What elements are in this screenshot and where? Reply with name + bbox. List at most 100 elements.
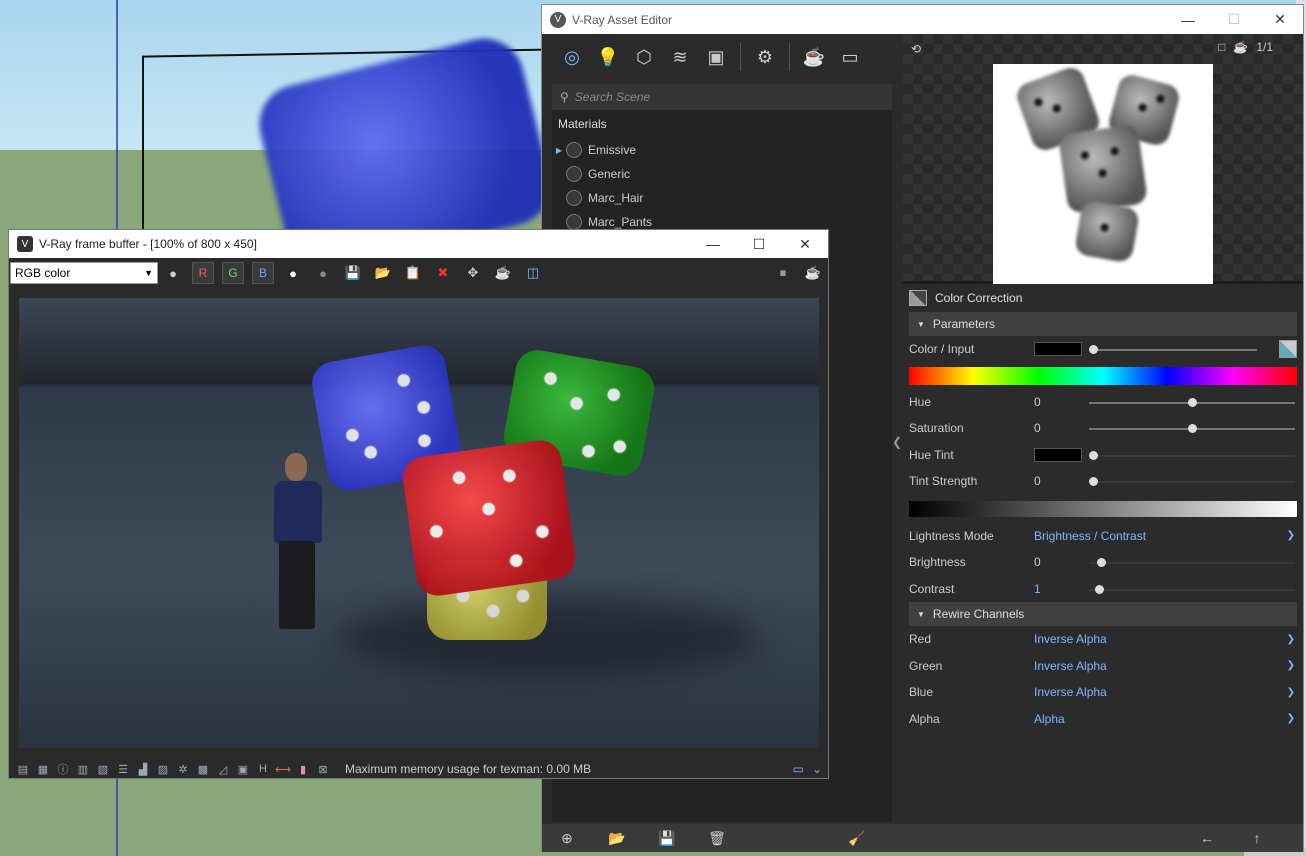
rewire-blue-row[interactable]: Blue Inverse Alpha ❯ (903, 679, 1303, 706)
delete-icon[interactable]: 🗑 (692, 824, 742, 852)
chevron-down-icon[interactable]: ▼ (144, 268, 153, 278)
hue-slider[interactable] (1089, 397, 1295, 407)
rewire-green-dropdown[interactable]: Inverse Alpha (1034, 659, 1303, 673)
green-channel-button[interactable]: G (222, 262, 244, 284)
alpha-white-icon[interactable]: ● (278, 261, 308, 285)
settings-icon[interactable]: ⚙ (747, 39, 783, 75)
slider-knob[interactable] (1097, 558, 1106, 567)
maximize-button[interactable]: ☐ (736, 230, 782, 259)
slider-knob[interactable] (1095, 584, 1104, 594)
purge-icon[interactable]: 🧹 (832, 824, 882, 852)
fit-window-icon[interactable]: ▭ (793, 762, 804, 776)
histogram-icon[interactable]: ▟ (133, 763, 153, 776)
tint-strength-value[interactable]: 0 (1034, 474, 1089, 488)
layers-icon[interactable]: ☰ (113, 763, 133, 776)
lightness-mode-dropdown[interactable]: Brightness / Contrast (1034, 529, 1303, 543)
slider-knob[interactable] (1089, 345, 1098, 354)
slider-knob[interactable] (1188, 397, 1197, 407)
color-levels-icon[interactable]: ▥ (73, 763, 93, 776)
contrast-slider[interactable] (1089, 584, 1295, 594)
background-image-icon[interactable]: ▣ (233, 763, 253, 776)
open-file-icon[interactable]: 📂 (592, 824, 642, 852)
info-icon[interactable]: ⓘ (53, 761, 73, 777)
rewire-alpha-dropdown[interactable]: Alpha (1034, 712, 1303, 726)
chevron-down-icon[interactable]: ❯ (1287, 634, 1295, 645)
clear-image-icon[interactable]: ✖ (428, 261, 458, 285)
open-file-icon[interactable]: 📂 (368, 261, 398, 285)
saturation-value[interactable]: 0 (1034, 421, 1089, 435)
ocio-icon[interactable]: ▮ (293, 763, 313, 776)
preview-scale-icon[interactable]: 1/1 (1256, 40, 1273, 54)
lightness-mode-row[interactable]: Lightness Mode Brightness / Contrast ❯ (903, 523, 1303, 550)
list-item[interactable]: Marc_Hair (552, 186, 892, 210)
chevron-down-icon[interactable]: ❯ (1287, 713, 1295, 724)
slider-knob[interactable] (1089, 450, 1098, 460)
brightness-value[interactable]: 0 (1034, 555, 1089, 569)
stop-render-icon[interactable]: ⏹ (768, 261, 798, 285)
preview-teapot-icon[interactable]: ☕ (1233, 40, 1248, 54)
minimize-button[interactable]: — (690, 230, 736, 259)
lens-effects-icon[interactable]: ▧ (93, 763, 113, 776)
expand-panel-icon[interactable]: ⌄ (812, 762, 822, 776)
chevron-down-icon[interactable]: ❯ (1287, 660, 1295, 671)
search-input[interactable]: ⚲ Search Scene (552, 84, 892, 110)
materials-icon[interactable]: ◎ (554, 39, 590, 75)
lights-icon[interactable]: 💡 (590, 39, 626, 75)
contrast-value[interactable]: 1 (1034, 582, 1089, 596)
render-elements-icon[interactable]: ≋ (662, 39, 698, 75)
parameters-section[interactable]: ▼ Parameters (909, 312, 1297, 336)
blue-channel-button[interactable]: B (252, 262, 274, 284)
slider-knob[interactable] (1089, 477, 1098, 486)
list-item[interactable]: ▶ Emissive (552, 138, 892, 162)
chevron-down-icon[interactable]: ❯ (1287, 687, 1295, 698)
render-teapot-icon[interactable]: ☕ (796, 39, 832, 75)
save-icon[interactable]: 💾 (642, 824, 692, 852)
compare-ab-icon[interactable]: ◫ (518, 261, 548, 285)
lut-icon[interactable]: ⟷ (273, 763, 293, 776)
hue-tint-slider[interactable] (1089, 450, 1295, 460)
preview-shape-icon[interactable]: □ (1218, 40, 1225, 54)
frame-buffer-titlebar[interactable]: V V-Ray frame buffer - [100% of 800 x 45… (9, 230, 828, 258)
rendered-image[interactable] (19, 298, 819, 748)
preview-pin-icon[interactable]: ⟲ (911, 42, 921, 56)
create-asset-icon[interactable]: ⊕ (542, 824, 592, 852)
channel-select[interactable]: RGB color ▼ (10, 262, 158, 284)
up-arrow-icon[interactable]: ↑ (1232, 824, 1282, 852)
rewire-red-dropdown[interactable]: Inverse Alpha (1034, 632, 1303, 646)
asset-editor-titlebar[interactable]: V V-Ray Asset Editor — ☐ ✕ (542, 5, 1303, 34)
history-icon[interactable]: ▤ (13, 763, 33, 776)
close-button[interactable]: ✕ (1257, 5, 1303, 34)
color-input-swatch[interactable] (1034, 342, 1082, 357)
slider-knob[interactable] (1188, 424, 1197, 433)
frame-buffer-icon[interactable]: ▭ (832, 39, 868, 75)
tint-strength-slider[interactable] (1089, 477, 1295, 486)
color-channels-icon[interactable]: ● (158, 261, 188, 285)
maximize-button[interactable]: ☐ (1211, 5, 1257, 34)
clipboard-icon[interactable]: 📋 (398, 261, 428, 285)
close-button[interactable]: ✕ (782, 230, 828, 259)
track-mouse-icon[interactable]: ✥ (458, 261, 488, 285)
rewire-red-row[interactable]: Red Inverse Alpha ❯ (903, 626, 1303, 653)
color-balance-icon[interactable]: ▩ (193, 763, 213, 776)
curves-icon[interactable]: ◿ (213, 763, 233, 776)
monochrome-icon[interactable]: ● (308, 261, 338, 285)
brightness-slider[interactable] (1089, 558, 1295, 567)
render-log-icon[interactable]: ▦ (33, 763, 53, 776)
white-balance-icon[interactable]: ✲ (173, 763, 193, 776)
rewire-channels-section[interactable]: ▼ Rewire Channels (909, 602, 1297, 626)
hue-value[interactable]: 0 (1034, 395, 1089, 409)
start-render-icon[interactable]: ☕ (798, 261, 828, 285)
red-channel-button[interactable]: R (192, 262, 214, 284)
expand-arrow-icon[interactable]: ▶ (552, 146, 566, 155)
render-teapot-icon[interactable]: ☕ (488, 261, 518, 285)
saturation-slider[interactable] (1089, 424, 1295, 433)
color-input-slider[interactable] (1089, 345, 1257, 354)
back-arrow-icon[interactable]: ← (1182, 824, 1232, 852)
save-icon[interactable]: 💾 (338, 261, 368, 285)
minimize-button[interactable]: — (1165, 5, 1211, 34)
exposure-icon[interactable]: ▨ (153, 763, 173, 776)
chevron-down-icon[interactable]: ❯ (1287, 530, 1295, 541)
hue-tint-swatch[interactable] (1034, 447, 1082, 462)
geometry-icon[interactable]: ⬡ (626, 39, 662, 75)
hsl-icon[interactable]: H (253, 763, 273, 775)
